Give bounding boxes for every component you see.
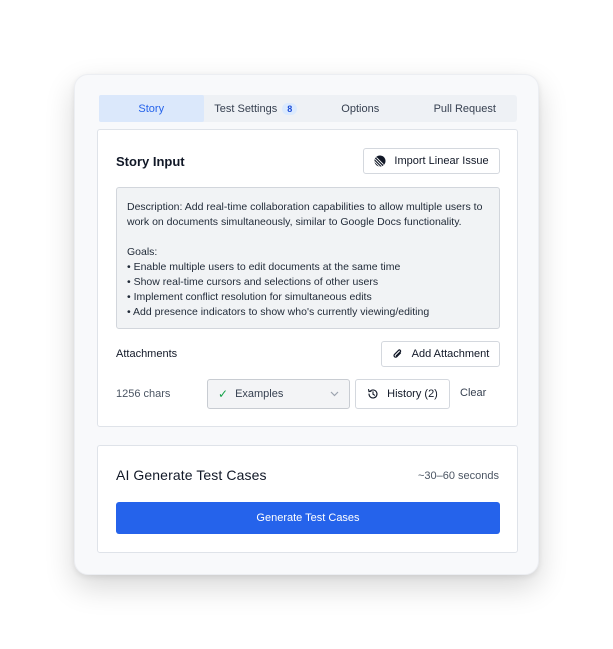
add-attachment-label: Add Attachment <box>411 348 490 360</box>
tab-story[interactable]: Story <box>99 95 204 122</box>
linear-icon <box>374 155 386 167</box>
tab-pull-request-label: Pull Request <box>433 102 496 115</box>
import-linear-issue-button[interactable]: Import Linear Issue <box>363 148 500 174</box>
history-label: History (2) <box>387 388 438 400</box>
paperclip-icon <box>392 348 404 360</box>
generate-card: AI Generate Test Cases ~30–60 seconds Ge… <box>97 445 518 553</box>
story-textarea[interactable]: Description: Add real-time collaboration… <box>116 187 500 329</box>
story-input-title: Story Input <box>116 154 185 169</box>
generate-test-cases-label: Generate Test Cases <box>256 512 360 524</box>
eta-text: ~30–60 seconds <box>417 470 499 482</box>
history-button[interactable]: History (2) <box>355 379 450 409</box>
tab-bar: Story Test Settings 8 Options Pull Reque… <box>99 95 517 122</box>
generate-test-cases-button[interactable]: Generate Test Cases <box>116 502 500 534</box>
char-count: 1256 chars <box>116 388 171 400</box>
check-icon: ✓ <box>218 387 229 401</box>
story-input-card: Story Input Import Linear Issue Descript… <box>97 129 518 427</box>
generate-title: AI Generate Test Cases <box>116 467 267 483</box>
tab-story-label: Story <box>138 102 165 115</box>
examples-select[interactable]: ✓ Examples <box>207 379 350 409</box>
app-window: Story Test Settings 8 Options Pull Reque… <box>74 74 539 575</box>
tab-test-settings-label: Test Settings <box>214 102 278 115</box>
tab-options[interactable]: Options <box>308 95 413 122</box>
examples-label: Examples <box>235 388 284 400</box>
history-icon <box>367 388 379 400</box>
tab-test-settings[interactable]: Test Settings 8 <box>204 95 309 122</box>
test-settings-count-badge: 8 <box>282 102 298 115</box>
chevron-down-icon <box>330 391 339 397</box>
add-attachment-button[interactable]: Add Attachment <box>381 341 500 367</box>
attachments-label: Attachments <box>116 348 178 360</box>
import-linear-issue-label: Import Linear Issue <box>394 155 489 167</box>
tab-pull-request[interactable]: Pull Request <box>413 95 518 122</box>
clear-button[interactable]: Clear <box>460 387 486 399</box>
tab-options-label: Options <box>341 102 380 115</box>
